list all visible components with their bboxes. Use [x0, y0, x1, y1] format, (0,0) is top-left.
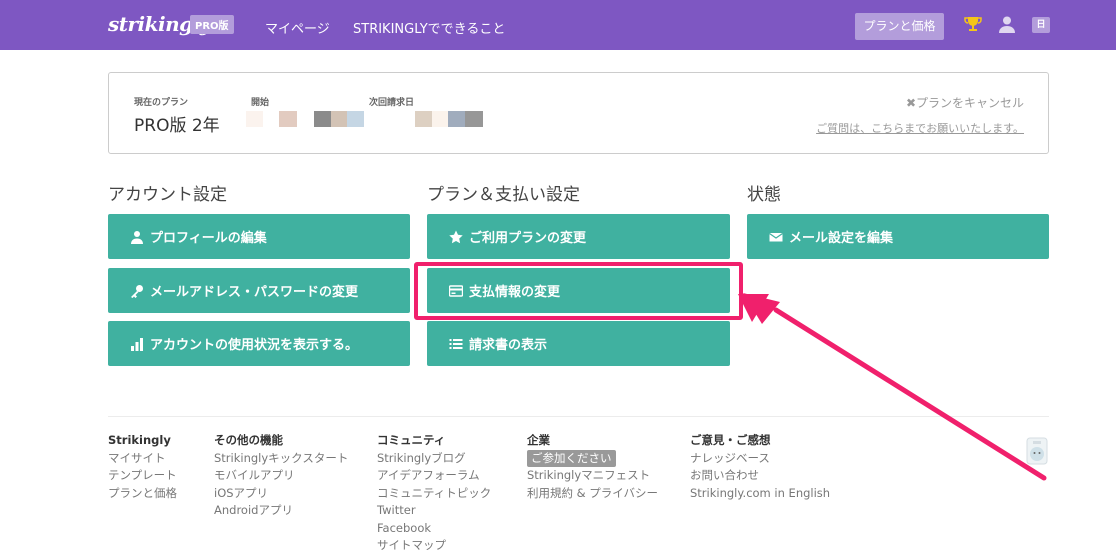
bar-chart-icon [131, 337, 143, 351]
current-plan-panel: 現在のプラン 開始 次回請求日 PRO版 2年 ✖プランをキャンセル ご質問は、… [108, 72, 1049, 154]
footer-link[interactable]: iOSアプリ [214, 485, 348, 503]
footer-col-strikingly: Strikingly マイサイト テンプレート プランと価格 [108, 432, 177, 502]
user-menu-icon[interactable] [998, 15, 1016, 33]
current-plan-label: 現在のプラン [134, 98, 189, 108]
footer-heading: ご意見・ご感想 [690, 433, 771, 447]
current-plan-value: PRO版 2年 [134, 116, 220, 136]
footer-link[interactable]: Androidアプリ [214, 502, 348, 520]
star-icon [449, 230, 463, 243]
footer-link[interactable]: サイトマップ [377, 537, 491, 555]
start-date-label: 開始 [251, 98, 270, 108]
envelope-icon [769, 232, 783, 241]
footer-link[interactable]: Strikinglyキックスタート [214, 450, 348, 468]
footer-link[interactable]: プランと価格 [108, 485, 177, 503]
mascot-icon [1026, 437, 1048, 465]
pricing-button[interactable]: プランと価格 [855, 13, 944, 40]
billing-settings-title: プラン＆支払い設定 [427, 185, 580, 205]
account-settings-title: アカウント設定 [108, 185, 227, 205]
language-switcher[interactable]: 日 [1032, 17, 1050, 33]
footer-link[interactable]: Twitter [377, 502, 491, 520]
join-us-tag[interactable]: ご参加ください [527, 449, 616, 467]
footer-link[interactable]: 利用規約 & プライバシー [527, 485, 658, 503]
top-navbar: strikingly PRO版 マイページ STRIKINGLYでできること プ… [0, 0, 1116, 50]
footer-link[interactable]: コミュニティトピック [377, 485, 491, 503]
footer-heading: その他の機能 [214, 433, 283, 447]
footer-link[interactable]: ナレッジベース [690, 450, 830, 468]
change-email-password-button[interactable]: メールアドレス・パスワードの変更 [108, 268, 410, 313]
next-billing-label: 次回請求日 [369, 98, 415, 108]
footer-heading: コミュニティ [377, 433, 446, 447]
footer-link[interactable]: Strikinglyブログ [377, 450, 491, 468]
footer-divider [108, 416, 1049, 417]
change-plan-button[interactable]: ご利用プランの変更 [427, 214, 730, 259]
nav-features[interactable]: STRIKINGLYでできること [353, 18, 505, 37]
footer-col-features: その他の機能 Strikinglyキックスタート モバイルアプリ iOSアプリ … [214, 432, 348, 520]
edit-profile-button[interactable]: プロフィールの編集 [108, 214, 410, 259]
account-usage-button[interactable]: アカウントの使用状況を表示する。 [108, 321, 410, 366]
footer-col-community: コミュニティ Strikinglyブログ アイデアフォーラム コミュニティトピッ… [377, 432, 491, 555]
trophy-icon[interactable] [964, 15, 982, 33]
nav-my-page[interactable]: マイページ [265, 18, 330, 37]
edit-email-settings-label: メール設定を編集 [789, 231, 894, 246]
account-usage-label: アカウントの使用状況を表示する。 [150, 338, 359, 353]
pro-badge: PRO版 [190, 15, 234, 34]
footer-heading: 企業 [527, 433, 550, 447]
footer-link[interactable]: お問い合わせ [690, 467, 830, 485]
view-invoices-button[interactable]: 請求書の表示 [427, 321, 730, 366]
view-invoices-label: 請求書の表示 [469, 338, 548, 353]
footer-link[interactable]: マイサイト [108, 450, 177, 468]
footer-col-company: 企業 ご参加ください Strikinglyマニフェスト 利用規約 & プライバシ… [527, 432, 658, 502]
user-icon [131, 230, 143, 244]
support-link[interactable]: ご質問は、こちらまでお願いいたします。 [816, 120, 1024, 136]
footer-link[interactable]: アイデアフォーラム [377, 467, 491, 485]
cancel-plan-link[interactable]: ✖プランをキャンセル [906, 94, 1024, 111]
footer-link[interactable]: Strikingly.com in English [690, 485, 830, 503]
footer-link[interactable]: モバイルアプリ [214, 467, 348, 485]
footer-link[interactable]: Facebook [377, 520, 491, 538]
key-icon [131, 284, 143, 298]
status-title: 状態 [747, 185, 781, 205]
footer-col-feedback: ご意見・ご感想 ナレッジベース お問い合わせ Strikingly.com in… [690, 432, 830, 502]
payment-highlight-box [414, 262, 743, 320]
list-icon [449, 338, 463, 349]
footer-link[interactable]: Strikinglyマニフェスト [527, 467, 658, 485]
change-email-password-label: メールアドレス・パスワードの変更 [150, 285, 359, 300]
edit-email-settings-button[interactable]: メール設定を編集 [747, 214, 1049, 259]
change-plan-label: ご利用プランの変更 [469, 231, 587, 246]
edit-profile-label: プロフィールの編集 [150, 231, 267, 246]
footer-heading: Strikingly [108, 433, 171, 447]
footer-link[interactable]: テンプレート [108, 467, 177, 485]
